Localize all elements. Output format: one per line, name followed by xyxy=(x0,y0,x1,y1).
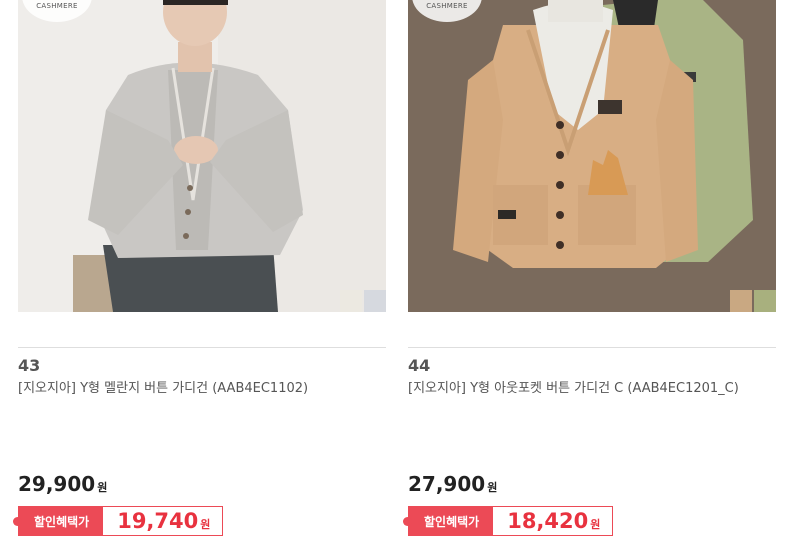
color-swatch[interactable] xyxy=(364,290,386,312)
color-swatch[interactable] xyxy=(754,290,776,312)
discount-price-box: 할인혜택가 19,740 원 xyxy=(12,506,224,536)
original-price: 29,900 원 xyxy=(18,472,107,496)
discount-price-box: 할인혜택가 18,420 원 xyxy=(402,506,614,536)
divider xyxy=(408,347,776,348)
product-number: 43 xyxy=(18,356,41,375)
product-title[interactable]: [지오지아] Y형 아웃포켓 버튼 가디건 C (AAB4EC1201_C) xyxy=(408,378,758,399)
color-swatch[interactable] xyxy=(340,290,362,312)
currency-label: 원 xyxy=(590,518,601,531)
product-image[interactable]: CASHMERE xyxy=(408,0,776,312)
product-image[interactable]: CASHMERE xyxy=(18,0,386,312)
product-card[interactable]: CASHMERE 44 [지오지아] Y형 아웃포켓 버튼 가디건 C (AAB… xyxy=(402,0,776,547)
discount-price-value: 18,420 xyxy=(507,509,589,533)
product-title[interactable]: [지오지아] Y형 멜란지 버튼 가디건 (AAB4EC1102) xyxy=(18,378,368,399)
discount-price-value: 19,740 xyxy=(117,509,199,533)
discount-label: 할인혜택가 xyxy=(402,506,494,536)
color-swatch[interactable] xyxy=(730,290,752,312)
discount-price: 18,420 원 xyxy=(493,506,614,536)
price-value: 27,900 xyxy=(408,472,486,496)
color-swatches xyxy=(730,290,776,312)
discount-price: 19,740 원 xyxy=(103,506,224,536)
divider xyxy=(18,347,386,348)
price-value: 29,900 xyxy=(18,472,96,496)
currency-label: 원 xyxy=(487,481,498,494)
color-swatches xyxy=(340,290,386,312)
currency-label: 원 xyxy=(97,481,108,494)
currency-label: 원 xyxy=(200,518,211,531)
original-price: 27,900 원 xyxy=(408,472,497,496)
product-number: 44 xyxy=(408,356,431,375)
product-card[interactable]: CASHMERE 43 [지오지아] Y형 멜란지 버튼 가디건 (AAB4EC… xyxy=(12,0,386,547)
discount-label: 할인혜택가 xyxy=(12,506,104,536)
